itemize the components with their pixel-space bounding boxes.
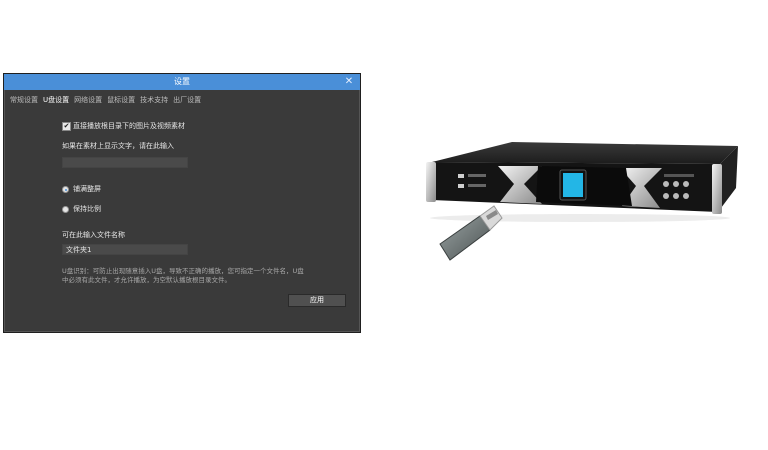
direct-play-label: 直接播放根目录下的图片及视频素材 <box>73 122 185 130</box>
direct-play-checkbox[interactable]: ✔ <box>62 122 71 131</box>
radio-fill-screen[interactable] <box>62 186 69 193</box>
filename-input[interactable]: 文件夹1 <box>62 244 188 255</box>
usb-settings-panel: ✔ 直接播放根目录下的图片及视频素材 如果在素材上显示文字，请在此输入 铺满整屏… <box>4 74 360 332</box>
radio-keep-ratio[interactable] <box>62 206 69 213</box>
display-text-label: 如果在素材上显示文字，请在此输入 <box>62 142 174 150</box>
product-photo <box>426 142 738 261</box>
filename-label: 可在此输入文件名称 <box>62 231 125 239</box>
apply-button[interactable]: 应用 <box>288 294 346 307</box>
display-text-input[interactable] <box>62 157 188 168</box>
radio-keep-ratio-label: 保持比例 <box>73 205 101 213</box>
media-player-device <box>426 142 738 222</box>
usb-hint-text: U盘识别：可防止出现随意插入U盘，导致不正确的播放，您可指定一个文件名，U盘中必… <box>62 267 304 284</box>
settings-dialog: 设置 ✕ 常规设置 U盘设置 网络设置 鼠标设置 技术支持 出厂设置 ✔ 直接播… <box>3 73 361 333</box>
radio-fill-screen-label: 铺满整屏 <box>73 185 101 193</box>
usb-drive <box>439 205 503 261</box>
